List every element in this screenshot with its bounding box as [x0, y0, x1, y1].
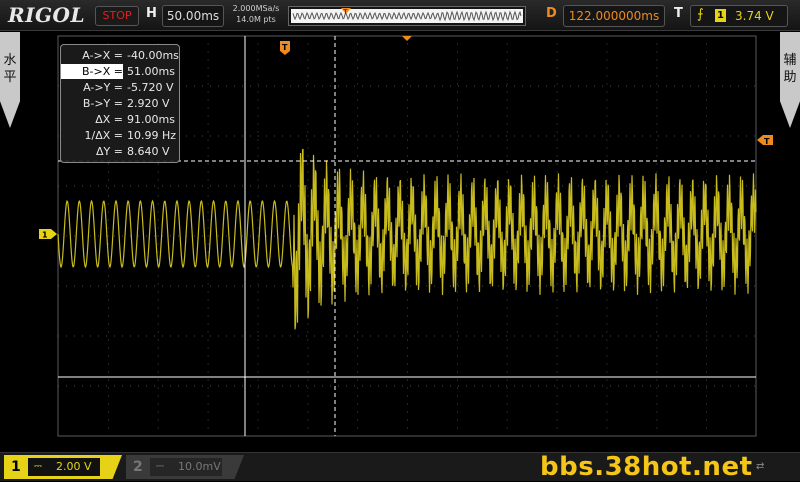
- readout-label: A->Y =: [83, 81, 123, 94]
- readout-row: B->X = 51.00ms: [61, 64, 179, 79]
- dc-coupling-icon: ⎓: [156, 461, 164, 472]
- readout-row: B->Y = 2.920 V: [61, 96, 179, 111]
- channel1-number: 1: [11, 459, 21, 475]
- channel2-button[interactable]: 2 ⎓ 10.0mV: [126, 455, 244, 479]
- center-marker: [402, 36, 412, 41]
- readout-row: ΔX = 91.00ms: [61, 112, 179, 127]
- readout-value: 10.99 Hz: [127, 129, 177, 142]
- readout-label: A->X =: [82, 49, 123, 62]
- watermark: bbs.38hot.net: [540, 452, 753, 482]
- channel1-button[interactable]: 1 ⎓ 2.00 V: [4, 455, 122, 479]
- readout-value: -40.00ms: [127, 49, 179, 62]
- bottom-channel-bar: 1 ⎓ 2.00 V 2 ⎓ 10.0mV ⇄ bbs.38hot.net: [0, 452, 800, 482]
- cursor-readout-panel: A->X = -40.00ms B->X = 51.00ms A->Y = -5…: [60, 44, 180, 163]
- channel2-scale: 10.0mV: [178, 460, 221, 473]
- trigger-level-label: T: [764, 137, 770, 146]
- readout-label: B->Y =: [82, 97, 123, 110]
- readout-value: 2.920 V: [127, 97, 170, 110]
- readout-value: -5.720 V: [127, 81, 174, 94]
- readout-value: 91.00ms: [127, 113, 175, 126]
- status-icon: ⇄: [756, 461, 765, 472]
- readout-row: A->X = -40.00ms: [61, 48, 179, 63]
- readout-label-selected: B->X =: [61, 64, 123, 79]
- readout-label: ΔX =: [95, 113, 123, 126]
- channel2-scale-box: ⎓ 10.0mV: [150, 458, 222, 476]
- readout-value: 8.640 V: [127, 145, 170, 158]
- readout-label: 1/ΔX =: [84, 129, 123, 142]
- channel2-number: 2: [133, 459, 143, 475]
- channel1-offset-marker[interactable]: 1: [39, 229, 57, 240]
- readout-row: A->Y = -5.720 V: [61, 80, 179, 95]
- readout-row: ΔY = 8.640 V: [61, 144, 179, 159]
- channel1-waveform: [57, 148, 757, 330]
- trigger-level-marker[interactable]: T: [757, 135, 773, 146]
- readout-value: 51.00ms: [127, 65, 175, 78]
- dc-coupling-icon: ⎓: [34, 461, 42, 472]
- channel1-scale: 2.00 V: [56, 460, 92, 473]
- channel1-scale-box: ⎓ 2.00 V: [28, 458, 100, 476]
- readout-label: ΔY =: [96, 145, 123, 158]
- trigger-position-label: T: [282, 43, 288, 52]
- readout-row: 1/ΔX = 10.99 Hz: [61, 128, 179, 143]
- channel1-marker-label: 1: [42, 231, 48, 240]
- trigger-position-marker[interactable]: T: [280, 41, 290, 55]
